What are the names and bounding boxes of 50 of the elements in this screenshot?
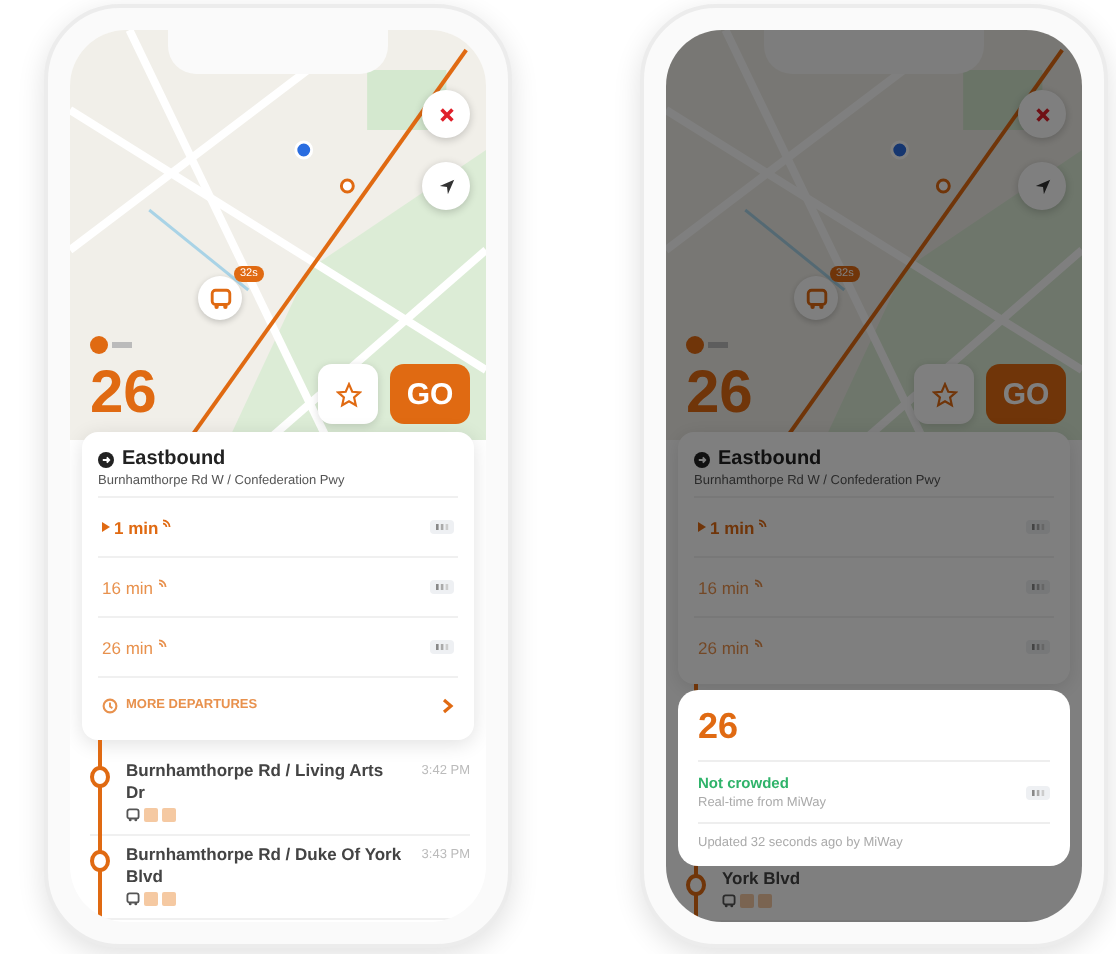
departure-row[interactable]: 1 min bbox=[694, 496, 1054, 556]
crowding-icon bbox=[1026, 580, 1050, 594]
bus-icon bbox=[805, 287, 827, 309]
go-button[interactable]: GO bbox=[986, 364, 1066, 424]
favorite-button[interactable] bbox=[914, 364, 974, 424]
direction-title: Eastbound bbox=[718, 448, 822, 470]
popup-route-number: 26 bbox=[698, 706, 1050, 762]
star-icon bbox=[335, 381, 361, 407]
bus-icon bbox=[126, 892, 140, 907]
play-indicator-icon bbox=[102, 522, 110, 532]
direction-icon bbox=[694, 451, 710, 467]
stop-name[interactable]: York Blvd bbox=[722, 867, 1066, 890]
agency-logo-icon bbox=[686, 336, 730, 354]
departure-row[interactable]: 1 min bbox=[98, 496, 458, 556]
bus-icon bbox=[126, 808, 140, 823]
chevron-right-icon bbox=[442, 697, 454, 713]
realtime-signal-icon bbox=[162, 517, 173, 527]
navigation-arrow-icon bbox=[1033, 177, 1051, 195]
bus-icon bbox=[722, 894, 736, 908]
realtime-signal-icon bbox=[753, 637, 764, 647]
agency-logo-icon bbox=[90, 336, 134, 354]
departure-row[interactable]: 16 min bbox=[694, 556, 1054, 616]
crowding-icon bbox=[1026, 520, 1050, 534]
star-icon bbox=[931, 381, 957, 407]
navigation-arrow-icon bbox=[437, 177, 455, 195]
realtime-signal-icon bbox=[157, 577, 168, 587]
crowding-icon bbox=[430, 580, 454, 594]
realtime-signal-icon bbox=[753, 577, 764, 587]
close-icon bbox=[437, 105, 455, 123]
go-button[interactable]: GO bbox=[390, 364, 470, 424]
direction-title: Eastbound bbox=[122, 448, 226, 470]
crowding-icon bbox=[1026, 785, 1050, 799]
crowding-icon bbox=[1026, 640, 1050, 654]
favorite-button[interactable] bbox=[318, 364, 378, 424]
departure-row[interactable]: 26 min bbox=[98, 616, 458, 676]
realtime-signal-icon bbox=[157, 637, 168, 647]
bus-icon bbox=[209, 287, 231, 309]
direction-icon bbox=[98, 451, 114, 467]
route-number: 26 bbox=[90, 364, 157, 424]
crowding-icon bbox=[430, 520, 454, 534]
realtime-signal-icon bbox=[758, 517, 769, 527]
departure-row[interactable]: 16 min bbox=[98, 556, 458, 616]
play-indicator-icon bbox=[698, 522, 706, 532]
close-icon bbox=[1033, 105, 1051, 123]
departure-row[interactable]: 26 min bbox=[694, 616, 1054, 676]
stop-name[interactable]: Burnhamthorpe Rd / Living Arts Dr bbox=[126, 760, 406, 805]
route-number: 26 bbox=[686, 364, 753, 424]
clock-icon bbox=[102, 697, 118, 713]
stop-name[interactable]: Burnhamthorpe Rd / Duke Of York Blvd bbox=[126, 844, 406, 889]
crowding-icon bbox=[430, 640, 454, 654]
